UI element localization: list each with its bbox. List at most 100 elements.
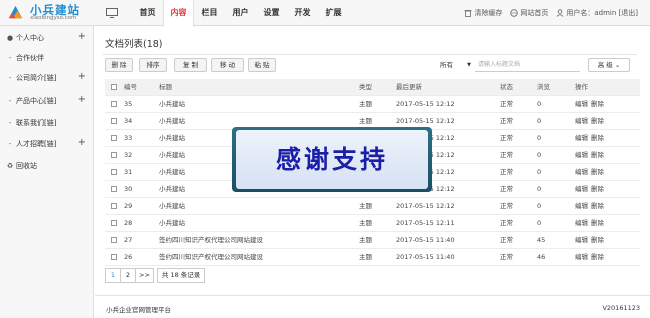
- delete-link[interactable]: 删除: [591, 168, 604, 176]
- table-header: 编号 标题 类型 最后更新 状态 浏览 操作: [105, 79, 640, 96]
- logo[interactable]: 小兵建站 xiaobingyso.com: [6, 2, 98, 24]
- delete-link[interactable]: 删除: [591, 134, 604, 142]
- edit-link[interactable]: 编辑: [575, 168, 588, 176]
- row-checkbox[interactable]: [111, 220, 117, 226]
- sidebar-item-contact[interactable]: - 联系我们[链]: [0, 113, 94, 133]
- col-views: 浏览: [537, 83, 550, 91]
- cell-title[interactable]: 小兵建站: [159, 130, 185, 147]
- delete-link[interactable]: 删除: [591, 236, 604, 244]
- cell-updated: 2017-05-15 12:12: [396, 202, 455, 210]
- cell-status: 正常: [500, 253, 513, 261]
- cell-id: 31: [124, 168, 133, 176]
- nav-home[interactable]: 首页: [132, 0, 163, 26]
- sidebar-item-partners[interactable]: - 合作伙伴: [0, 48, 94, 68]
- edit-link[interactable]: 编辑: [575, 202, 588, 210]
- delete-link[interactable]: 删除: [591, 202, 604, 210]
- delete-link[interactable]: 删除: [591, 151, 604, 159]
- sort-button[interactable]: 排序: [139, 58, 167, 72]
- cell-views: 0: [537, 117, 542, 125]
- nav-users[interactable]: 用户: [225, 0, 256, 26]
- user-link[interactable]: 用户名：admin [退出]: [556, 8, 638, 18]
- row-checkbox[interactable]: [111, 135, 117, 141]
- move-button[interactable]: 移 动: [211, 58, 244, 72]
- delete-link[interactable]: 删除: [591, 117, 604, 125]
- cell-id: 27: [124, 236, 133, 244]
- page-1-link[interactable]: 1: [105, 268, 121, 283]
- cell-title[interactable]: 小兵建站: [159, 215, 185, 232]
- cell-status: 正常: [500, 134, 513, 142]
- edit-link[interactable]: 编辑: [575, 151, 588, 159]
- dash-icon: -: [8, 54, 12, 62]
- row-checkbox[interactable]: [111, 101, 117, 107]
- nav-columns[interactable]: 栏目: [194, 0, 225, 26]
- sidebar-item-recycle[interactable]: ♻ 回收站: [0, 156, 94, 176]
- sidebar-item-about[interactable]: - 公司简介[链] +: [0, 68, 94, 88]
- trash-icon: [464, 10, 472, 17]
- user-label: 用户名：admin [退出]: [566, 9, 638, 17]
- cell-title[interactable]: 小兵建站: [159, 96, 185, 113]
- row-checkbox[interactable]: [111, 118, 117, 124]
- cell-title[interactable]: 小兵建站: [159, 181, 185, 198]
- sidebar-item-label: 公司简介[链]: [16, 74, 57, 82]
- table-row: 27 签约四川知识产权代理公司网站建设 主题 2017-05-15 11:40 正常 45…: [105, 232, 640, 249]
- cell-title[interactable]: 小兵建站: [159, 147, 185, 164]
- cell-views: 46: [537, 253, 546, 261]
- cell-id: 28: [124, 219, 133, 227]
- expand-icon[interactable]: +: [78, 95, 86, 105]
- paste-button[interactable]: 粘 贴: [248, 58, 276, 72]
- cell-updated: 2017-05-15 11:40: [396, 253, 455, 261]
- category-select[interactable]: 所有 ▼: [437, 58, 473, 72]
- cell-views: 0: [537, 100, 542, 108]
- page-2-link[interactable]: 2: [120, 268, 136, 283]
- edit-link[interactable]: 编辑: [575, 185, 588, 193]
- cell-ops: 编辑 删除: [575, 164, 607, 181]
- advanced-button[interactable]: 高 级 ⌄: [588, 58, 630, 72]
- row-checkbox[interactable]: [111, 203, 117, 209]
- cell-status: 正常: [500, 168, 513, 176]
- delete-link[interactable]: 删除: [591, 100, 604, 108]
- delete-button[interactable]: 删 除: [105, 58, 133, 72]
- col-updated: 最后更新: [396, 83, 422, 91]
- copy-button[interactable]: 复 制: [174, 58, 207, 72]
- cell-views: 0: [537, 219, 542, 227]
- edit-link[interactable]: 编辑: [575, 117, 588, 125]
- cell-title[interactable]: 小兵建站: [159, 198, 185, 215]
- cell-status: 正常: [500, 236, 513, 244]
- edit-link[interactable]: 编辑: [575, 253, 588, 261]
- advanced-label: 高 级: [597, 61, 613, 69]
- delete-link[interactable]: 删除: [591, 219, 604, 227]
- sidebar-item-profile[interactable]: ● 个人中心 +: [0, 28, 94, 48]
- next-page-link[interactable]: >>: [135, 268, 154, 283]
- monitor-icon[interactable]: [106, 8, 118, 18]
- cell-title[interactable]: 小兵建站: [159, 164, 185, 181]
- site-home-link[interactable]: 网站首页: [510, 8, 548, 18]
- sidebar-item-jobs[interactable]: - 人才招聘[链] +: [0, 134, 94, 154]
- edit-link[interactable]: 编辑: [575, 134, 588, 142]
- sidebar-item-products[interactable]: - 产品中心[链] +: [0, 91, 94, 111]
- delete-link[interactable]: 删除: [591, 253, 604, 261]
- delete-link[interactable]: 删除: [591, 185, 604, 193]
- cell-id: 35: [124, 100, 133, 108]
- cell-title[interactable]: 小兵建站: [159, 113, 185, 130]
- edit-link[interactable]: 编辑: [575, 219, 588, 227]
- nav-extend[interactable]: 扩展: [318, 0, 349, 26]
- clear-cache-link[interactable]: 清除缓存: [464, 8, 502, 18]
- expand-icon[interactable]: +: [78, 32, 86, 42]
- nav-settings[interactable]: 设置: [256, 0, 287, 26]
- row-checkbox[interactable]: [111, 186, 117, 192]
- expand-icon[interactable]: +: [78, 138, 86, 148]
- row-checkbox[interactable]: [111, 152, 117, 158]
- row-checkbox[interactable]: [111, 237, 117, 243]
- row-checkbox[interactable]: [111, 254, 117, 260]
- nav-develop[interactable]: 开发: [287, 0, 318, 26]
- select-all-checkbox[interactable]: [111, 84, 117, 90]
- edit-link[interactable]: 编辑: [575, 236, 588, 244]
- cell-title[interactable]: 签约四川知识产权代理公司网站建设: [159, 232, 263, 249]
- col-title: 标题: [159, 83, 172, 91]
- cell-title[interactable]: 签约四川知识产权代理公司网站建设: [159, 249, 263, 266]
- edit-link[interactable]: 编辑: [575, 100, 588, 108]
- row-checkbox[interactable]: [111, 169, 117, 175]
- expand-icon[interactable]: +: [78, 72, 86, 82]
- nav-content[interactable]: 内容: [163, 0, 194, 27]
- search-input[interactable]: 请输入标题文档: [475, 58, 580, 72]
